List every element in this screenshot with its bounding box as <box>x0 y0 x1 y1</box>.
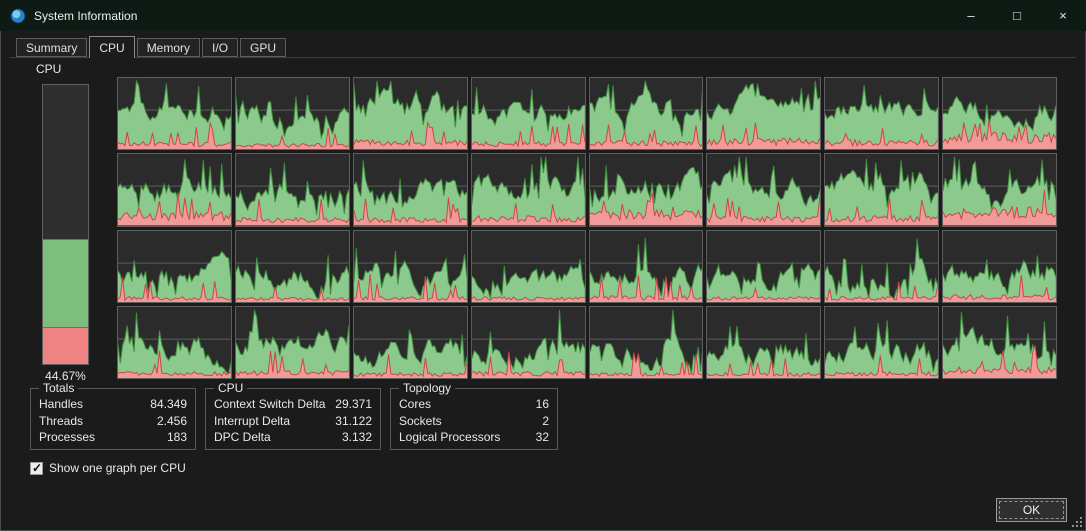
stat-value: 3.132 <box>341 430 372 444</box>
tab-strip: Summary CPU Memory I/O GPU <box>16 36 288 58</box>
cpu-stats-group: CPU Context Switch Delta 29.371 Interrup… <box>205 381 381 450</box>
cpu-bar-kernel-segment <box>43 326 88 364</box>
stat-value: 84.349 <box>150 397 187 411</box>
cpu-graph-cell <box>706 77 822 151</box>
resize-grip-icon[interactable] <box>1071 516 1083 528</box>
cpu-graph-cell <box>706 305 822 379</box>
stat-value: 29.371 <box>335 397 372 411</box>
cpu-graph-cell <box>588 229 704 303</box>
stat-value: 16 <box>535 397 549 411</box>
cpu-graph-cell <box>352 153 468 227</box>
cpu-graph-cell <box>117 305 232 379</box>
cpu-graph-cell <box>352 77 468 151</box>
cpu-graph-cell <box>824 229 940 303</box>
cpu-graph-cell <box>942 229 1057 303</box>
stat-label: Sockets <box>399 413 442 428</box>
tab-gpu[interactable]: GPU <box>240 38 287 57</box>
stat-value: 2.456 <box>156 413 187 428</box>
cpu-graph-cell <box>352 229 468 303</box>
stat-label: Handles <box>39 397 84 411</box>
topology-group-title: Topology <box>399 381 456 395</box>
system-information-window: System Information – □ × Summary CPU Mem… <box>0 0 1086 531</box>
cpu-graph-cell <box>706 229 822 303</box>
show-one-graph-label: Show one graph per CPU <box>49 461 186 475</box>
cpu-graph-cell <box>588 153 704 227</box>
stat-label: Processes <box>39 430 96 444</box>
cpu-graph-cell <box>234 229 350 303</box>
cpu-row-dpc: DPC Delta 3.132 <box>214 430 372 445</box>
stat-value: 183 <box>166 430 187 444</box>
cpu-graph-cell <box>117 77 232 151</box>
app-icon <box>10 8 26 24</box>
tab-summary[interactable]: Summary <box>16 38 88 57</box>
topology-row-logical: Logical Processors 32 <box>399 430 549 445</box>
cpu-graph-cell <box>234 77 350 151</box>
stat-label: Interrupt Delta <box>214 413 291 428</box>
cpu-graph-cell <box>588 77 704 151</box>
cpu-graph-cell <box>117 153 232 227</box>
stat-value: 32 <box>535 430 549 444</box>
show-one-graph-checkbox[interactable] <box>30 461 43 475</box>
maximize-button[interactable]: □ <box>994 0 1040 31</box>
topology-group: Topology Cores 16 Sockets 2 Logical Proc… <box>390 381 558 450</box>
cpu-graph-cell <box>117 229 232 303</box>
totals-group: Totals Handles 84.349 Threads 2.456 Proc… <box>30 381 196 450</box>
show-one-graph-row: Show one graph per CPU <box>30 461 186 475</box>
close-button[interactable]: × <box>1040 0 1086 31</box>
stat-label: Cores <box>399 397 432 411</box>
cpu-graph-cell <box>470 77 586 151</box>
cpu-graph-cell <box>706 153 822 227</box>
cpu-graph-cell <box>942 305 1057 379</box>
stat-value: 31.122 <box>335 413 372 428</box>
tab-cpu[interactable]: CPU <box>89 36 135 58</box>
caption-buttons: – □ × <box>948 0 1086 31</box>
tab-page-border <box>10 57 1076 58</box>
stat-label: Context Switch Delta <box>214 397 326 411</box>
cpu-usage-bar <box>42 84 89 365</box>
tab-memory[interactable]: Memory <box>136 38 201 57</box>
cpu-section-label: CPU <box>36 62 62 76</box>
cpu-graph-cell <box>942 153 1057 227</box>
cpu-graph-cell <box>470 229 586 303</box>
cpu-stats-group-title: CPU <box>214 381 248 395</box>
cpu-graph-cell <box>824 305 940 379</box>
topology-row-sockets: Sockets 2 <box>399 414 549 429</box>
cpu-row-context-switch: Context Switch Delta 29.371 <box>214 397 372 412</box>
cpu-graph-cell <box>470 153 586 227</box>
window-title: System Information <box>34 8 138 23</box>
cpu-graph-cell <box>352 305 468 379</box>
totals-group-title: Totals <box>39 381 79 395</box>
ok-button[interactable]: OK <box>996 498 1067 522</box>
cpu-graph-cell <box>588 305 704 379</box>
minimize-button[interactable]: – <box>948 0 994 31</box>
titlebar[interactable]: System Information – □ × <box>0 0 1086 31</box>
cpu-graph-grid <box>117 77 1057 379</box>
cpu-graph-cell <box>824 77 940 151</box>
cpu-graph-cell <box>942 77 1057 151</box>
cpu-graph-cell <box>234 305 350 379</box>
totals-row-processes: Processes 183 <box>39 430 187 445</box>
cpu-bar-user-segment <box>43 239 88 327</box>
stat-value: 2 <box>542 413 549 428</box>
tab-io[interactable]: I/O <box>202 38 239 57</box>
cpu-bar-idle-segment <box>43 85 88 240</box>
cpu-graph-cell <box>470 305 586 379</box>
stat-label: Logical Processors <box>399 430 501 444</box>
cpu-graph-cell <box>824 153 940 227</box>
cpu-graph-cell <box>234 153 350 227</box>
stat-label: DPC Delta <box>214 430 271 444</box>
stat-label: Threads <box>39 413 84 428</box>
cpu-row-interrupt: Interrupt Delta 31.122 <box>214 414 372 429</box>
topology-row-cores: Cores 16 <box>399 397 549 412</box>
totals-row-handles: Handles 84.349 <box>39 397 187 412</box>
totals-row-threads: Threads 2.456 <box>39 414 187 429</box>
